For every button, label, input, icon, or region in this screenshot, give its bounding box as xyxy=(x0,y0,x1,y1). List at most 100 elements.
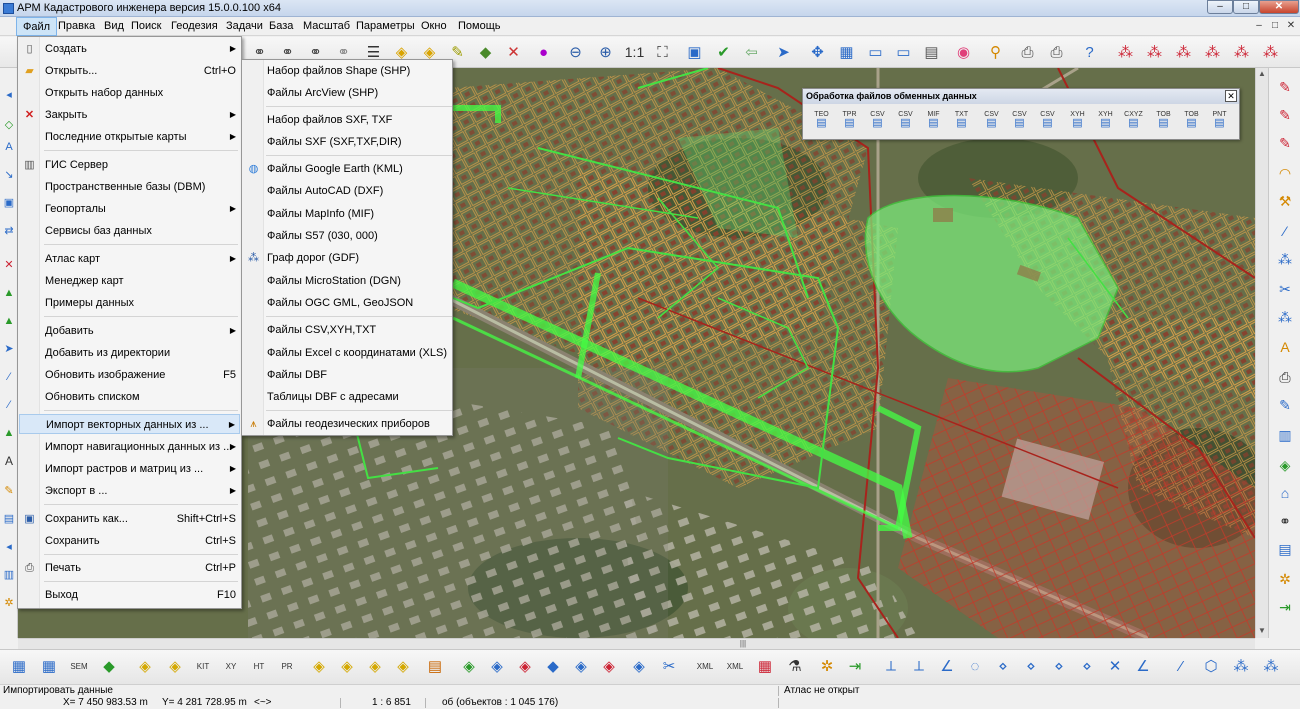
zoom-extent-icon[interactable]: ⛶ xyxy=(651,41,674,64)
menu-item-create[interactable]: ▯ Создать ▶ xyxy=(19,39,240,59)
geodesy-tool-icon[interactable]: ⟂ xyxy=(906,655,932,679)
exchange-file-button[interactable]: CSV ▤ xyxy=(1035,109,1060,135)
submenu-item-xls[interactable]: Файлы Excel с координатами (XLS) xyxy=(243,343,451,363)
geodesy-tool-icon[interactable]: ✕ xyxy=(1102,655,1128,679)
geodesy-tool-icon[interactable]: ⁄ xyxy=(1168,655,1194,679)
navigate-map-icon[interactable]: ✥ xyxy=(806,41,829,64)
node-edit-icon[interactable]: ⁂ xyxy=(1114,41,1137,64)
tool-icon[interactable]: ▦ xyxy=(6,655,32,679)
back-arrow-icon[interactable]: ⇦ xyxy=(740,41,763,64)
geodesy-tool-icon[interactable]: ⋄ xyxy=(990,655,1016,679)
tool-icon[interactable]: ◈ xyxy=(362,655,388,679)
compass-icon[interactable]: ⚒ xyxy=(1274,190,1296,212)
zoom-out-icon[interactable]: ⊖ xyxy=(564,41,587,64)
tool-icon[interactable]: ▦ xyxy=(752,655,778,679)
menu-item-import-vector[interactable]: Импорт векторных данных из ... ▶ xyxy=(19,414,240,434)
menu-parameters[interactable]: Параметры xyxy=(350,17,421,36)
printer-icon[interactable]: ⎙ xyxy=(1274,366,1296,388)
exchange-file-button[interactable]: TXT ▤ xyxy=(949,109,974,135)
tool-icon[interactable]: ✎ xyxy=(1274,76,1296,98)
tool-icon[interactable]: ◂ xyxy=(2,88,16,102)
tool-icon[interactable]: ✂ xyxy=(656,655,682,679)
tool-icon[interactable]: ▲ xyxy=(2,426,16,440)
node-edit-icon[interactable]: ⁂ xyxy=(1230,41,1253,64)
menu-item-refresh-list[interactable]: Обновить списком xyxy=(19,387,240,407)
menu-geodesy[interactable]: Геодезия xyxy=(165,17,224,36)
node-edit-icon[interactable]: ⁂ xyxy=(1259,41,1282,64)
menu-scale[interactable]: Масштаб xyxy=(297,17,356,36)
tool-icon[interactable]: ✎ xyxy=(1274,104,1296,126)
protractor-icon[interactable]: ◠ xyxy=(1274,162,1296,184)
tool-icon[interactable]: ◈ xyxy=(484,655,510,679)
object-marker-icon[interactable]: ◆ xyxy=(474,41,497,64)
geodesy-tool-icon[interactable]: ⋄ xyxy=(1046,655,1072,679)
chart-icon[interactable]: ▥ xyxy=(1274,424,1296,446)
scroll-grip-icon[interactable]: ||| xyxy=(736,639,750,649)
tool-icon[interactable]: ◈ xyxy=(596,655,622,679)
submenu-item-mif[interactable]: Файлы MapInfo (MIF) xyxy=(243,204,451,224)
exchange-file-button[interactable]: XYH ▤ xyxy=(1093,109,1118,135)
menu-help[interactable]: Помощь xyxy=(452,17,507,36)
tool-icon[interactable]: ✕ xyxy=(2,258,16,272)
tool-icon[interactable]: ➤ xyxy=(2,342,16,356)
geodesy-tool-icon[interactable]: ⬡ xyxy=(1198,655,1224,679)
exchange-file-button[interactable]: TEO ▤ xyxy=(809,109,834,135)
vertical-scrollbar[interactable]: ▲ ▼ xyxy=(1255,68,1268,638)
menu-file[interactable]: Файл xyxy=(16,17,58,36)
exit-arrow-icon[interactable]: ⇥ xyxy=(1274,596,1296,618)
menu-item-import-rasters[interactable]: Импорт растров и матриц из ... ▶ xyxy=(19,459,240,479)
geodesy-tool-icon[interactable]: ∠ xyxy=(934,655,960,679)
semantics-button[interactable]: SEM xyxy=(66,655,92,679)
pointer-icon[interactable]: ➤ xyxy=(772,41,795,64)
exchange-file-button[interactable]: CSV ▤ xyxy=(979,109,1004,135)
scroll-up-icon[interactable]: ▲ xyxy=(1256,68,1268,80)
minimize-button[interactable]: – xyxy=(1207,0,1233,14)
layers-icon[interactable]: ▦ xyxy=(835,41,858,64)
printer-icon[interactable]: ⎙ xyxy=(1016,41,1039,64)
tool-icon[interactable]: ▲ xyxy=(2,314,16,328)
exchange-file-button[interactable]: CXYZ ▤ xyxy=(1121,109,1146,135)
submenu-item-dbf[interactable]: Файлы DBF xyxy=(243,365,451,385)
submenu-item-sxf-files[interactable]: Файлы SXF (SXF,TXF,DIR) xyxy=(243,132,451,152)
node-edit-icon[interactable]: ⁂ xyxy=(1172,41,1195,64)
geodesy-tool-icon[interactable]: ⁂ xyxy=(1258,655,1284,679)
tool-icon[interactable]: ▣ xyxy=(2,196,16,210)
geodesy-tool-icon[interactable]: ◌ xyxy=(962,655,988,679)
place-marker-icon[interactable]: ⚲ xyxy=(984,41,1007,64)
tool-icon[interactable]: ◂ xyxy=(2,540,16,554)
menu-item-geoportals[interactable]: Геопорталы ▶ xyxy=(19,199,240,219)
menu-item-add-from-directory[interactable]: Добавить из директории xyxy=(19,343,240,363)
tool-icon[interactable]: ⁂ xyxy=(1274,306,1296,328)
mdi-minimize-button[interactable]: – xyxy=(1252,20,1266,33)
tool-icon[interactable]: ◈ xyxy=(512,655,538,679)
tool-icon[interactable]: ▤ xyxy=(2,512,16,526)
exchange-file-button[interactable]: CSV ▤ xyxy=(893,109,918,135)
submenu-item-csv[interactable]: Файлы CSV,XYH,TXT xyxy=(243,320,451,340)
settings-gear-icon[interactable]: ✲ xyxy=(1274,568,1296,590)
tool-icon[interactable]: ◇ xyxy=(2,118,16,132)
tool-icon[interactable]: ✎ xyxy=(1274,132,1296,154)
menu-item-exit[interactable]: Выход F10 xyxy=(19,585,240,605)
geodesy-tool-icon[interactable]: ⋄ xyxy=(1018,655,1044,679)
zoom-one-to-one-button[interactable]: 1:1 xyxy=(623,41,646,64)
menu-item-close[interactable]: ✕ Закрыть ▶ xyxy=(19,105,240,125)
submenu-item-dgn[interactable]: Файлы MicroStation (DGN) xyxy=(243,271,451,291)
print-settings-icon[interactable]: ⎙ xyxy=(1045,41,1068,64)
microscope-icon[interactable]: ⚗ xyxy=(782,655,808,679)
home-icon[interactable]: ⌂ xyxy=(1274,482,1296,504)
close-window-button[interactable]: ✕ xyxy=(1259,0,1299,14)
exchange-file-button[interactable]: TPR ▤ xyxy=(837,109,862,135)
tool-icon[interactable]: ▥ xyxy=(2,568,16,582)
tool-icon[interactable]: ◈ xyxy=(132,655,158,679)
exchange-panel-close-button[interactable]: ✕ xyxy=(1225,90,1237,102)
settings-gear-icon[interactable]: ✲ xyxy=(814,655,840,679)
kit-button[interactable]: KIT xyxy=(190,655,216,679)
tool-icon[interactable]: ◈ xyxy=(568,655,594,679)
exchange-file-button[interactable]: TOB ▤ xyxy=(1151,109,1176,135)
maximize-button[interactable]: □ xyxy=(1233,0,1259,14)
menu-item-print[interactable]: ⎙ Печать Ctrl+P xyxy=(19,558,240,578)
scissors-icon[interactable]: ✂ xyxy=(1274,278,1296,300)
menu-item-open[interactable]: ▰ Открыть... Ctrl+O xyxy=(19,61,240,81)
exit-arrow-icon[interactable]: ⇥ xyxy=(842,655,868,679)
tool-icon[interactable]: ⁂ xyxy=(1274,248,1296,270)
